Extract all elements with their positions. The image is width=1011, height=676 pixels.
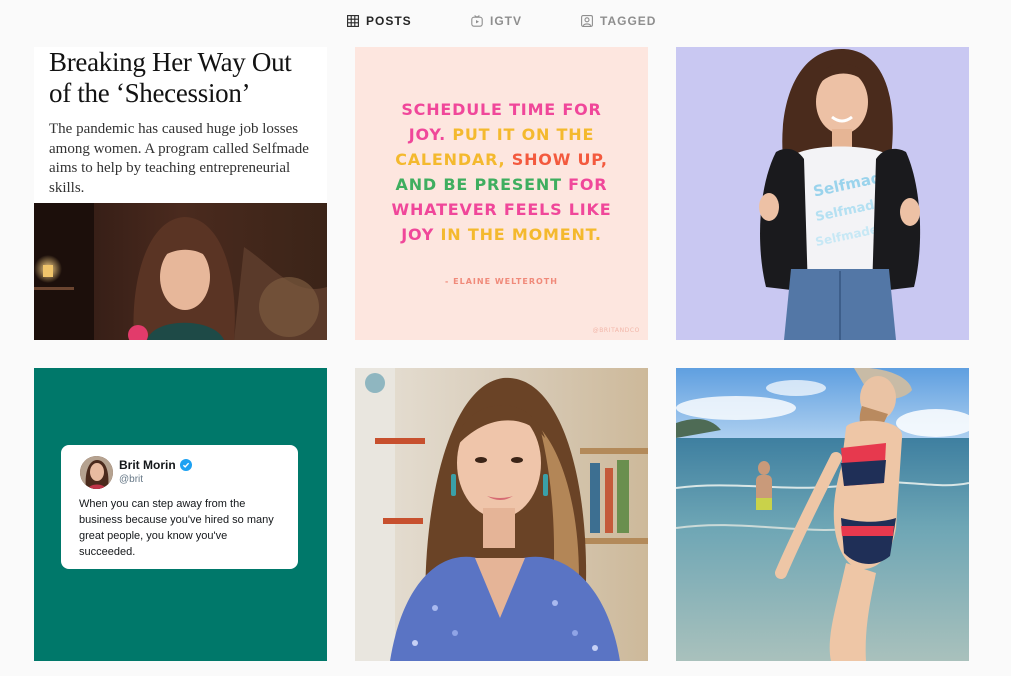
quote-line-2b: PUT IT ON THE bbox=[452, 125, 595, 144]
portrait-jacket-photo: Selfmade Selfmade Selfmade bbox=[676, 47, 969, 340]
tweet-author: Brit Morin bbox=[119, 458, 192, 472]
tab-igtv[interactable]: IGTV bbox=[471, 13, 522, 29]
igtv-icon bbox=[471, 15, 483, 27]
quote-line-4a: AND BE PRESENT bbox=[395, 175, 569, 194]
quote-text: SCHEDULE TIME FOR JOY. PUT IT ON THE CAL… bbox=[363, 97, 640, 247]
tweet-author-name: Brit Morin bbox=[119, 458, 176, 472]
quote-line-2a: JOY. bbox=[408, 125, 453, 144]
quote-line-1: SCHEDULE TIME FOR bbox=[401, 100, 602, 119]
grid-icon bbox=[347, 15, 359, 27]
post-quote[interactable]: SCHEDULE TIME FOR JOY. PUT IT ON THE CAL… bbox=[355, 47, 648, 340]
tagged-icon bbox=[581, 15, 593, 27]
post-article[interactable]: Breaking Her Way Out of the ‘Shecession’… bbox=[34, 47, 327, 340]
quote-watermark: @BRITANDCO bbox=[592, 327, 640, 334]
post-portrait-closeup[interactable] bbox=[355, 368, 648, 661]
tweet-handle: @brit bbox=[119, 474, 144, 485]
post-tweet[interactable]: Brit Morin @brit When you can step away … bbox=[34, 368, 327, 661]
quote-line-6a: JOY bbox=[401, 225, 441, 244]
article-photo bbox=[34, 203, 327, 340]
avatar bbox=[80, 456, 113, 489]
quote-attribution: - ELAINE WELTEROTH bbox=[445, 277, 558, 286]
tab-posts[interactable]: POSTS bbox=[347, 13, 412, 29]
quote-line-3b: SHOW UP, bbox=[511, 150, 608, 169]
beach-photo bbox=[676, 368, 969, 661]
quote-line-6b: IN THE MOMENT. bbox=[440, 225, 602, 244]
tweet-text: When you can step away from the business… bbox=[79, 498, 274, 558]
quote-line-5: WHATEVER FEELS LIKE bbox=[391, 200, 612, 219]
tab-tagged-label: TAGGED bbox=[600, 14, 657, 28]
post-portrait-jacket[interactable]: Selfmade Selfmade Selfmade bbox=[676, 47, 969, 340]
profile-tabs: POSTS IGTV TAGGED bbox=[0, 0, 1011, 42]
verified-badge-icon bbox=[179, 459, 192, 471]
tab-igtv-label: IGTV bbox=[490, 14, 523, 28]
portrait-closeup-photo bbox=[355, 368, 648, 661]
post-beach[interactable] bbox=[676, 368, 969, 661]
quote-line-4b: FOR bbox=[568, 175, 608, 194]
tweet-card: Brit Morin @brit When you can step away … bbox=[61, 445, 298, 569]
tab-posts-label: POSTS bbox=[366, 14, 412, 28]
quote-line-3a: CALENDAR, bbox=[395, 150, 512, 169]
tab-tagged[interactable]: TAGGED bbox=[581, 13, 656, 29]
